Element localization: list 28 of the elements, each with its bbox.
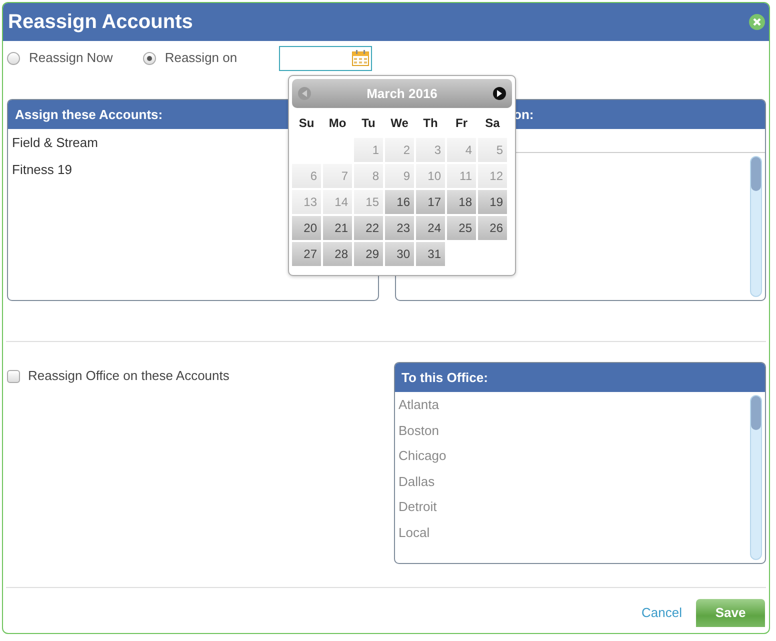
day-cell: 5 (478, 138, 507, 162)
panel-title: To this Office: (394, 363, 765, 392)
day-cell: 14 (323, 190, 352, 214)
day-cell: 2 (385, 138, 414, 162)
day-cell: 13 (292, 190, 321, 214)
checkbox-label: Reassign Office on these Accounts (28, 367, 230, 385)
day-cell: 12 (478, 164, 507, 188)
weekday-label: Tu (360, 115, 376, 132)
day-cell: 1 (354, 138, 383, 162)
weekday-label: Su (298, 115, 316, 132)
day-cell: 10 (416, 164, 445, 188)
month-title: March 2016 (366, 84, 438, 103)
day-cell: 3 (416, 138, 445, 162)
day-cell: 8 (354, 164, 383, 188)
weekday-label: Fr (454, 115, 468, 132)
day-cell: 6 (292, 164, 321, 188)
day-cell: 9 (385, 164, 414, 188)
weekday-label: Th (422, 115, 439, 132)
day-cell: 11 (447, 164, 476, 188)
weekday-label: Mo (328, 115, 348, 132)
weekday-label: Sa (484, 115, 501, 132)
day-cell: 7 (323, 164, 352, 188)
day-cell: 15 (354, 190, 383, 214)
dialog-title: Reassign Accounts (8, 10, 193, 35)
radio-label: Reassign Now (29, 49, 113, 68)
day-cell: 4 (447, 138, 476, 162)
weekday-label: We (390, 115, 410, 132)
radio-label: Reassign on (164, 49, 238, 68)
